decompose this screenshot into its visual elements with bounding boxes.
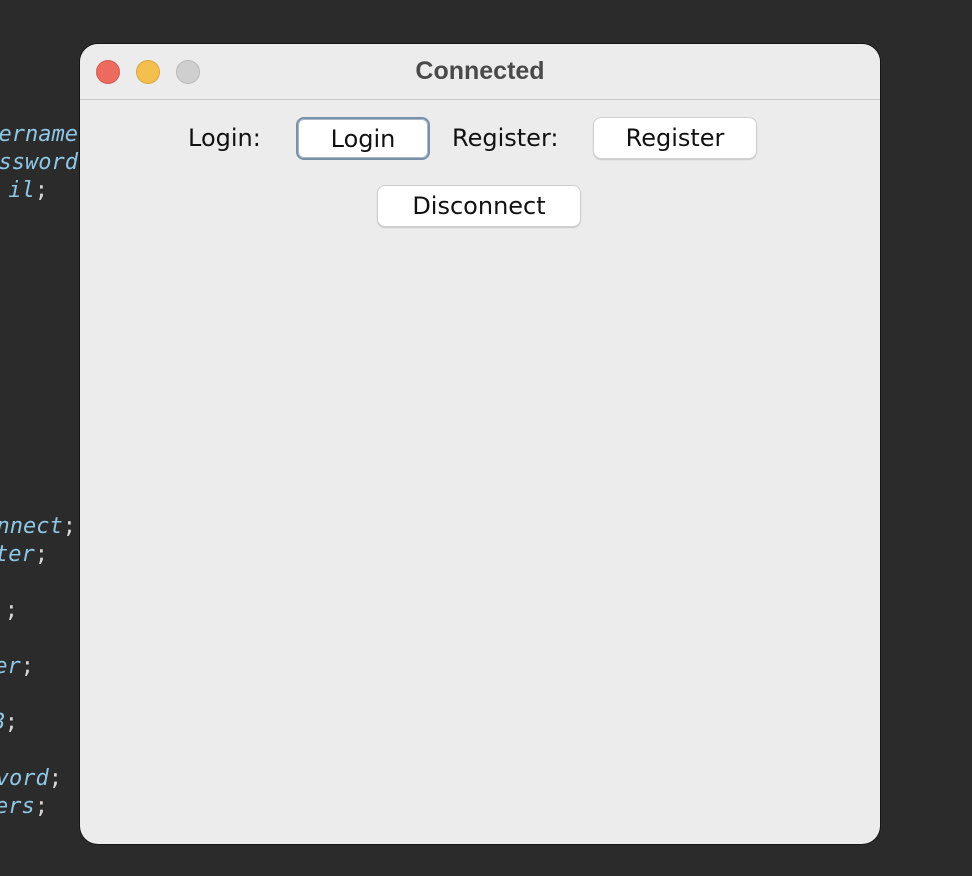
code-line: ssword	[0, 150, 78, 175]
register-label: Register:	[452, 124, 559, 152]
code-line: il;	[8, 178, 48, 203]
background-code-editor: ername ssword il; nnect; ter; ; er; B; v…	[0, 0, 80, 876]
window-title: Connected	[415, 57, 545, 85]
code-line: ername	[0, 122, 78, 147]
code-line: er;	[0, 654, 34, 679]
login-button[interactable]: Login	[296, 117, 430, 160]
code-line: nnect;	[0, 514, 76, 539]
register-button[interactable]: Register	[593, 117, 757, 159]
disconnect-button[interactable]: Disconnect	[377, 185, 581, 227]
code-line: vord;	[0, 766, 62, 791]
title-bar[interactable]: Connected	[80, 44, 880, 100]
code-line: ter;	[0, 542, 48, 567]
connected-window: Connected Login: Login Register: Registe…	[80, 44, 880, 844]
code-line: ;	[4, 598, 18, 623]
desktop-background: ername ssword il; nnect; ter; ; er; B; v…	[0, 0, 972, 876]
login-label: Login:	[188, 124, 261, 152]
code-line: B;	[0, 710, 18, 735]
code-line: ers;	[0, 794, 48, 819]
